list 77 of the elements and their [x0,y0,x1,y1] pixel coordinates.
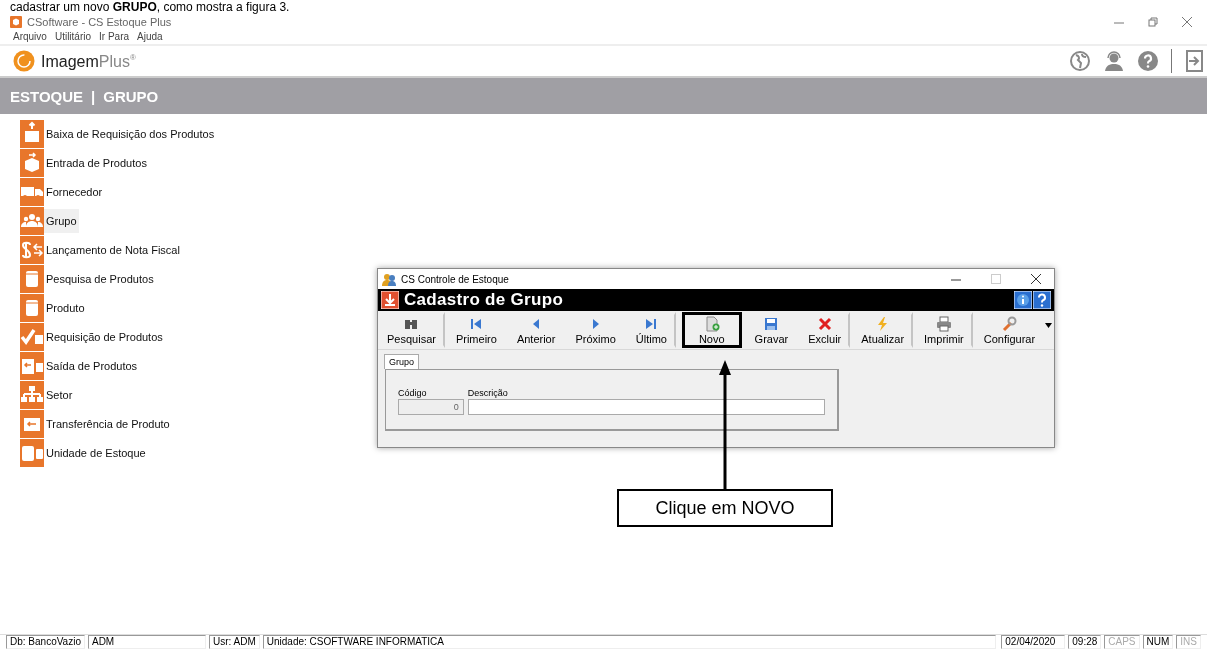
status-cell: Unidade: CSOFTWARE INFORMATICA [262,635,997,649]
truck-icon [20,178,44,206]
people-icon [382,272,396,286]
new-document-icon [703,315,720,332]
toolbar-button[interactable]: Novo [681,312,742,348]
field-label: Código [398,388,428,398]
save-icon [763,315,780,332]
exit-icon[interactable] [1184,50,1204,72]
sidebar-item[interactable]: Entrada de Produtos [20,149,149,177]
header-page: GRUPO [103,87,159,105]
toolbar-button[interactable]: Último [628,312,676,348]
help-icon[interactable] [1033,291,1051,309]
people-icon [20,207,44,235]
field-label: Descrição [467,388,509,398]
dropdown-caret-icon[interactable] [1045,323,1052,328]
sidebar-item[interactable]: Produto [20,294,87,322]
header-separator: | [91,87,96,105]
status-cell: 09:28 [1068,635,1102,649]
restore-icon[interactable] [1147,16,1159,28]
document-icon [20,352,44,380]
sidebar-item[interactable]: Pesquisa de Produtos [20,265,156,293]
sidebar-item[interactable]: Lançamento de Nota Fiscal [20,236,182,264]
sidebar-item[interactable]: Transferência de Produto [20,410,172,438]
menu-item[interactable]: Ajuda [137,31,163,43]
toolbar-button[interactable]: Anterior [509,312,563,348]
tab[interactable]: Grupo [384,354,419,369]
sidebar-item[interactable]: Baixa de Requisição dos Produtos [20,120,217,148]
download-icon [381,291,399,309]
toolbar-button[interactable]: Configurar [976,312,1043,348]
sidebar-item[interactable]: Fornecedor [20,178,105,206]
toolbar-button[interactable]: Atualizar [854,312,914,348]
brand-name: Imagem [41,53,99,71]
toolbar-button[interactable]: Excluir [801,312,851,348]
window-title: CSoftware - CS Estoque Plus [27,16,172,28]
header-section: ESTOQUE [10,87,84,105]
callout-box: Clique em NOVO [617,489,833,527]
brand-suffix: Plus [98,53,130,71]
dialog-title: CS Controle de Estoque [401,273,509,285]
globe-icon[interactable] [1069,50,1091,72]
folder-icon [20,410,44,438]
toolbar-button[interactable]: Primeiro [448,312,504,348]
dollar-exchange-icon [20,236,44,264]
menu-item[interactable]: Arquivo [13,31,47,43]
close-icon[interactable] [1030,273,1042,285]
checkmark-icon [20,323,44,351]
sidebar-item[interactable]: Requisição de Produtos [20,323,165,351]
status-cell: Usr: ADM [208,635,260,649]
toolbar-button[interactable]: Imprimir [917,312,973,348]
info-icon[interactable] [1014,291,1032,309]
sidebar-item[interactable]: Saída de Produtos [20,352,140,380]
hierarchy-icon [20,381,44,409]
trademark-mark: ® [129,53,136,62]
status-cell: 02/04/2020 [1001,635,1066,649]
status-cell: INS [1176,635,1201,649]
help-icon[interactable] [1137,50,1159,72]
app-icon [10,16,22,28]
delete-icon [816,315,833,332]
input-field[interactable] [467,399,825,415]
wrench-icon [1001,315,1018,332]
menu-item[interactable]: Ir Para [99,31,130,43]
status-cell: CAPS [1104,635,1140,649]
menu-item[interactable]: Utilitário [54,31,92,43]
support-agent-icon[interactable] [1103,50,1125,72]
box-icon [20,120,44,148]
status-cell: Db: BancoVazio [6,635,85,649]
status-cell: ADM [87,635,206,649]
box-icon [20,149,44,177]
printer-icon [935,315,952,332]
sidebar-item[interactable]: Unidade de Estoque [20,439,148,467]
status-cell: NUM [1142,635,1174,649]
document-caption: cadastrar um novo GRUPO, como mostra a figura 3. [9,0,291,14]
toolbar-button[interactable]: Próximo [568,312,623,348]
sidebar-item[interactable]: Setor [20,381,75,409]
toolbar-button[interactable]: Gravar [747,312,796,348]
dialog-heading: Cadastro de Grupo [404,290,564,310]
toolbar-button[interactable]: Pesquisar [380,312,445,348]
logo-icon [13,50,35,72]
